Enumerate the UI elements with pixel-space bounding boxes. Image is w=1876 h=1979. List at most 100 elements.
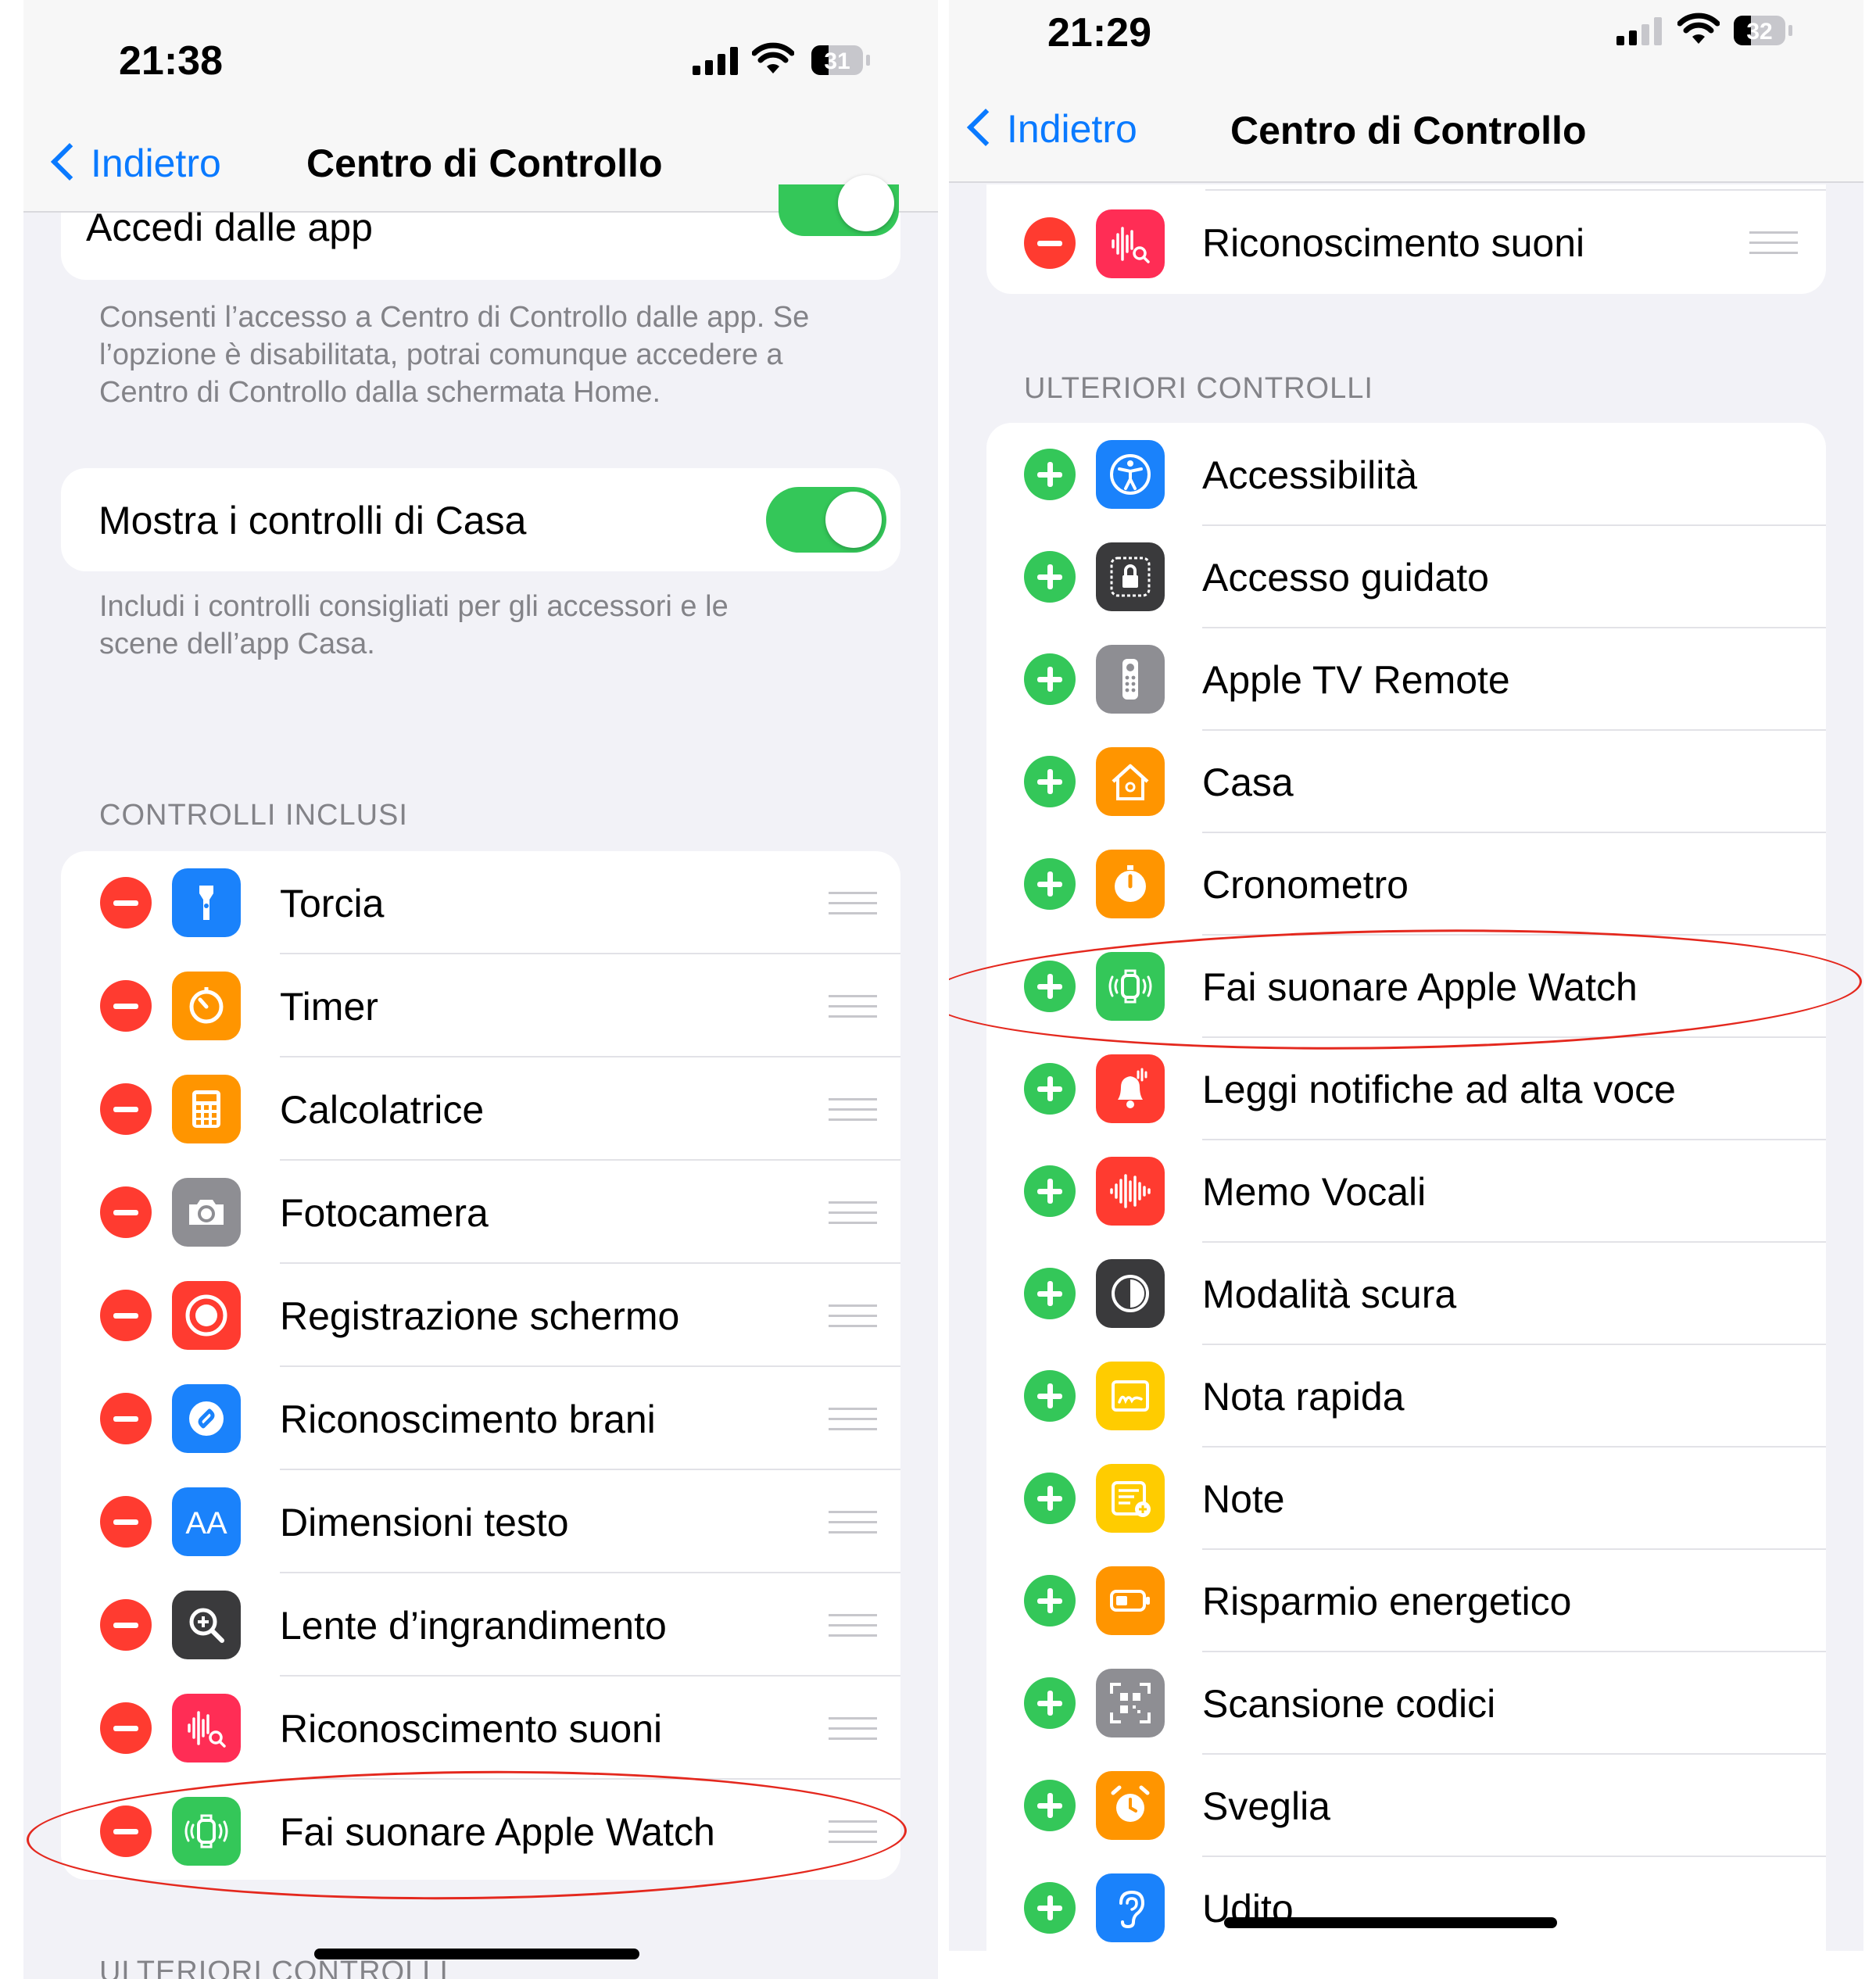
- control-row[interactable]: Riconoscimento suoni: [986, 184, 1826, 288]
- control-row[interactable]: Calcolatrice: [61, 1057, 900, 1161]
- left-screenshot: 21:38 31 Indietro Centro di Controllo Ac…: [23, 0, 938, 1979]
- reorder-handle-icon[interactable]: [829, 1614, 877, 1637]
- control-row[interactable]: AA Dimensioni testo: [61, 1470, 900, 1573]
- remove-button[interactable]: [100, 877, 152, 929]
- add-button[interactable]: [1024, 1882, 1076, 1934]
- control-row[interactable]: Cronometro: [986, 832, 1826, 936]
- notes-icon: [1096, 1464, 1165, 1533]
- control-row[interactable]: Leggi notifiche ad alta voce: [986, 1037, 1826, 1140]
- add-button[interactable]: [1024, 653, 1076, 705]
- add-button[interactable]: [1024, 756, 1076, 807]
- control-row[interactable]: Torcia: [61, 851, 900, 954]
- control-row[interactable]: Fotocamera: [61, 1161, 900, 1264]
- included-controls-header: CONTROLLI INCLUSI: [99, 799, 408, 832]
- add-button[interactable]: [1024, 449, 1076, 500]
- chevron-left-icon: [50, 142, 89, 181]
- control-label: Riconoscimento suoni: [280, 1707, 663, 1751]
- add-button[interactable]: [1024, 1677, 1076, 1729]
- battery-level: 32: [1746, 19, 1773, 45]
- voice-memos-icon: [1096, 1157, 1165, 1226]
- control-row[interactable]: Riconoscimento brani: [61, 1367, 900, 1470]
- cellular-signal-icon: [1616, 17, 1662, 45]
- add-button[interactable]: [1024, 1370, 1076, 1422]
- add-button[interactable]: [1024, 1780, 1076, 1831]
- reorder-handle-icon[interactable]: [829, 1408, 877, 1431]
- battery-icon: 31: [811, 45, 863, 75]
- text-size-icon: AA: [172, 1487, 241, 1556]
- control-row[interactable]: Note: [986, 1447, 1826, 1550]
- announce-notifications-icon: [1096, 1054, 1165, 1123]
- control-row[interactable]: Casa: [986, 730, 1826, 833]
- control-row[interactable]: Udito: [986, 1856, 1826, 1951]
- control-row[interactable]: Timer: [61, 954, 900, 1057]
- control-row[interactable]: Apple TV Remote: [986, 628, 1826, 731]
- control-label: Scansione codici: [1202, 1682, 1496, 1726]
- control-row[interactable]: Accesso guidato: [986, 525, 1826, 628]
- control-label: Dimensioni testo: [280, 1501, 569, 1544]
- back-label-overlay[interactable]: Indietro: [91, 141, 221, 186]
- control-row[interactable]: Accessibilità: [986, 423, 1826, 526]
- home-controls-footer: Includi i controlli consigliati per gli …: [99, 590, 729, 660]
- battery-icon: 32: [1734, 16, 1785, 45]
- remove-button[interactable]: [100, 1702, 152, 1754]
- add-button[interactable]: [1024, 1575, 1076, 1627]
- remove-button[interactable]: [100, 1186, 152, 1238]
- remove-button[interactable]: [100, 1290, 152, 1341]
- back-label: Indietro: [1007, 107, 1137, 151]
- control-row[interactable]: Risparmio energetico: [986, 1549, 1826, 1652]
- control-label: Cronometro: [1202, 863, 1409, 907]
- access-from-apps-toggle-visible[interactable]: [779, 175, 899, 236]
- reorder-handle-icon[interactable]: [829, 1304, 877, 1328]
- low-power-icon: [1096, 1566, 1165, 1635]
- control-row[interactable]: Memo Vocali: [986, 1140, 1826, 1243]
- control-label: Note: [1202, 1477, 1285, 1521]
- remove-button[interactable]: [1024, 217, 1076, 269]
- add-button[interactable]: [1024, 1165, 1076, 1217]
- home-indicator: [314, 1949, 639, 1959]
- accessibility-icon: [1096, 440, 1165, 509]
- sound-recognition-icon: [172, 1694, 241, 1762]
- guided-access-icon: [1096, 542, 1165, 611]
- remote-icon: [1096, 645, 1165, 714]
- remove-button[interactable]: [100, 1496, 152, 1548]
- remove-button[interactable]: [100, 1599, 152, 1651]
- back-button[interactable]: Indietro: [957, 98, 1160, 153]
- remove-button[interactable]: [100, 980, 152, 1032]
- sound-recognition-icon: [1096, 209, 1165, 278]
- control-row[interactable]: Nota rapida: [986, 1344, 1826, 1448]
- control-row[interactable]: Riconoscimento suoni: [61, 1677, 900, 1780]
- reorder-handle-icon[interactable]: [1749, 231, 1798, 255]
- cellular-signal-icon: [693, 47, 738, 75]
- add-button[interactable]: [1024, 551, 1076, 603]
- reorder-handle-icon[interactable]: [829, 1098, 877, 1122]
- reorder-handle-icon[interactable]: [829, 1511, 877, 1534]
- control-row[interactable]: Scansione codici: [986, 1652, 1826, 1755]
- nav-bar: Indietro Centro di Controllo: [949, 78, 1863, 183]
- add-button[interactable]: [1024, 1063, 1076, 1115]
- reorder-handle-icon[interactable]: [829, 995, 877, 1018]
- control-row[interactable]: Lente d’ingrandimento: [61, 1573, 900, 1677]
- control-label: Sveglia: [1202, 1784, 1330, 1828]
- control-row[interactable]: Sveglia: [986, 1754, 1826, 1857]
- add-button[interactable]: [1024, 1268, 1076, 1319]
- control-label: Timer: [280, 985, 378, 1029]
- remove-button[interactable]: [100, 1393, 152, 1444]
- add-button[interactable]: [1024, 1473, 1076, 1524]
- magnifier-icon: [172, 1591, 241, 1659]
- reorder-handle-icon[interactable]: [829, 1717, 877, 1741]
- control-label: Lente d’ingrandimento: [280, 1604, 667, 1648]
- hearing-icon: [1096, 1873, 1165, 1942]
- control-label: Casa: [1202, 760, 1294, 804]
- reorder-handle-icon[interactable]: [829, 1201, 877, 1225]
- camera-icon: [172, 1178, 241, 1247]
- wifi-icon: [1677, 13, 1720, 44]
- home-controls-toggle[interactable]: [766, 487, 886, 553]
- remove-button[interactable]: [100, 1083, 152, 1135]
- status-bar: 21:29 32: [949, 0, 1863, 78]
- reorder-handle-icon[interactable]: [829, 892, 877, 915]
- control-row[interactable]: Registrazione schermo: [61, 1264, 900, 1367]
- code-scanner-icon: [1096, 1669, 1165, 1737]
- add-button[interactable]: [1024, 858, 1076, 910]
- control-label: Memo Vocali: [1202, 1170, 1427, 1214]
- control-row[interactable]: Modalità scura: [986, 1242, 1826, 1345]
